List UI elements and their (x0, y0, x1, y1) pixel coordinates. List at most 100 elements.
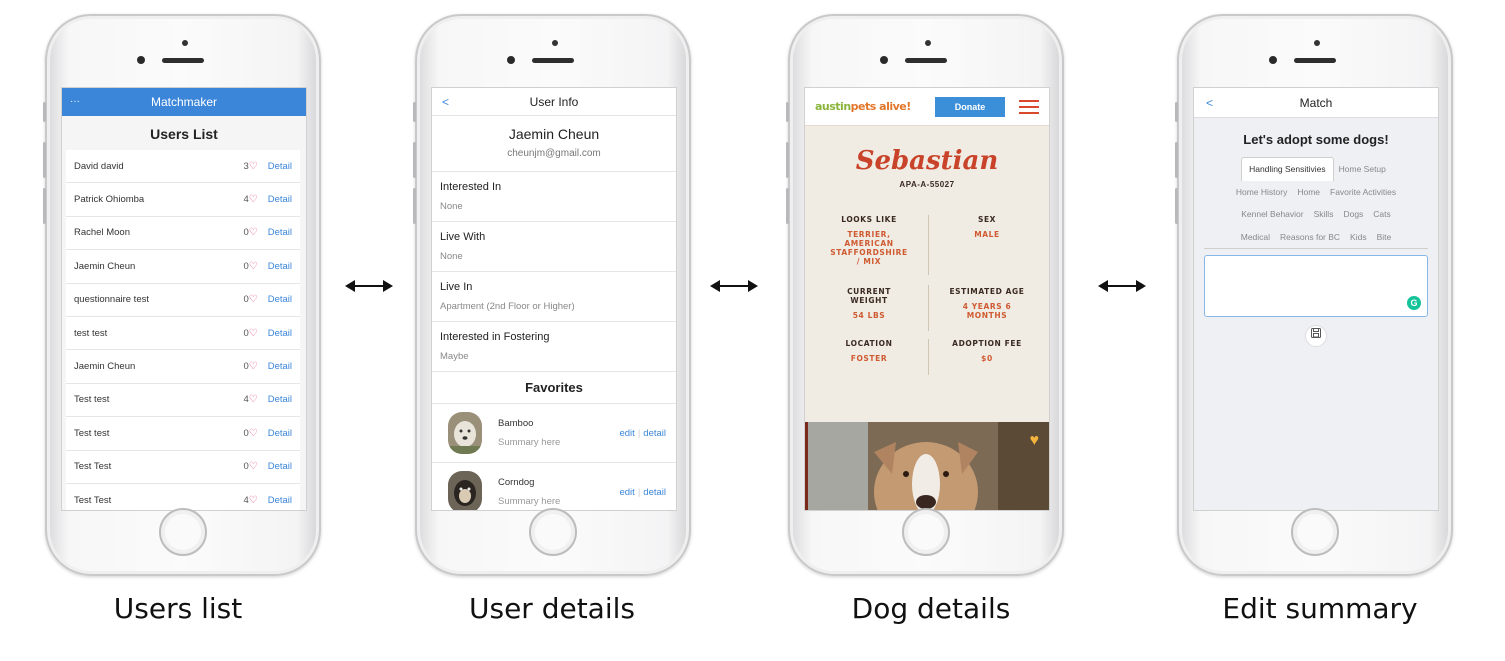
summary-textarea[interactable]: G (1204, 255, 1428, 317)
fact-weight: CURRENT WEIGHT 54 LBS (847, 287, 891, 320)
detail-link[interactable]: Detail (268, 328, 292, 339)
caption-dog-details: Dog details (851, 592, 1011, 625)
users-list-screen: ··· Matchmaker Users List David david 3♡ D… (61, 87, 307, 511)
dog-facts: LOOKS LIKE TERRIER, AMERICAN STAFFORDSHI… (805, 215, 1049, 415)
donate-button[interactable]: Donate (935, 96, 1005, 117)
home-button[interactable] (529, 508, 577, 556)
favorite-count: 0♡ (243, 327, 258, 339)
tab-cats[interactable]: Cats (1368, 203, 1395, 226)
tab-dogs[interactable]: Dogs (1338, 203, 1368, 226)
tab-home-setup[interactable]: Home Setup (1334, 158, 1391, 181)
user-name: questionnaire test (74, 294, 149, 306)
dog-photo: ♥ (805, 422, 1049, 510)
field-fostering: Interested in Fostering Maybe (432, 322, 676, 372)
tab-medical[interactable]: Medical (1236, 226, 1275, 249)
user-row: Test Test 0♡ Detail (66, 451, 300, 484)
field-value: Apartment (2nd Floor or Higher) (440, 301, 575, 312)
user-row: Jaemin Cheun 0♡ Detail (66, 250, 300, 284)
dog-thumbnail (448, 471, 482, 510)
save-icon[interactable] (1305, 325, 1327, 347)
field-label: Live In (440, 281, 473, 293)
heart-icon: ♡ (248, 394, 258, 406)
detail-link[interactable]: Detail (268, 294, 292, 305)
tab-kennel-behavior[interactable]: Kennel Behavior (1236, 203, 1308, 226)
dog-thumbnail (448, 412, 482, 454)
field-label: Interested in Fostering (440, 331, 550, 343)
field-value: None (440, 251, 463, 262)
field-value: None (440, 201, 463, 212)
tab-handling-sensitivities[interactable]: Handling Sensitivies (1241, 157, 1334, 181)
menu-icon[interactable]: ··· (70, 88, 80, 116)
detail-link[interactable]: Detail (268, 361, 292, 372)
detail-link[interactable]: Detail (268, 495, 292, 506)
hamburger-menu-icon[interactable] (1019, 96, 1039, 118)
site-header: austinpets alive! Donate (805, 88, 1049, 126)
field-label: Interested In (440, 181, 502, 193)
detail-link[interactable]: detail (643, 487, 666, 498)
home-button[interactable] (159, 508, 207, 556)
fact-looks-like: LOOKS LIKE TERRIER, AMERICAN STAFFORDSHI… (830, 215, 908, 266)
detail-link[interactable]: Detail (268, 227, 292, 238)
header: < User Info (432, 88, 676, 116)
user-name: Test Test (74, 461, 112, 473)
field-live-in: Live In Apartment (2nd Floor or Higher) (432, 272, 676, 322)
users-list: David david 3♡ Detail Patrick Ohiomba 4♡ Deta… (66, 150, 300, 510)
detail-link[interactable]: Detail (268, 261, 292, 272)
favorite-name: Corndog (498, 477, 535, 488)
match-screen: < Match Let's adopt some dogs! Handling … (1193, 87, 1439, 511)
grammarly-icon[interactable]: G (1407, 296, 1421, 310)
field-live-with: Live With None (432, 222, 676, 272)
heart-icon: ♡ (248, 194, 258, 206)
favorite-count: 4♡ (243, 394, 258, 406)
home-button[interactable] (902, 508, 950, 556)
favorite-summary: Summary here (498, 496, 561, 507)
heart-icon: ♡ (248, 461, 258, 473)
tab-home-history[interactable]: Home History (1231, 181, 1292, 204)
separator: | (637, 486, 641, 498)
back-icon[interactable]: < (442, 88, 449, 116)
field-label: Live With (440, 231, 486, 243)
favorite-count: 3♡ (243, 160, 258, 172)
detail-link[interactable]: Detail (268, 161, 292, 172)
user-name: Rachel Moon (74, 227, 130, 239)
tab-favorite-activities[interactable]: Favorite Activities (1325, 181, 1401, 204)
favorite-item: Bamboo Summary here edit | detail (432, 404, 676, 463)
user-row: Rachel Moon 0♡ Detail (66, 217, 300, 251)
heart-icon: ♡ (248, 294, 258, 306)
phone-users-list: ··· Matchmaker Users List David david 3♡ D… (43, 14, 321, 576)
user-info-screen: < User Info Jaemin Cheun cheunjm@gmail.c… (431, 87, 677, 511)
brand-logo[interactable]: austinpets alive! (815, 100, 935, 113)
dog-details-screen: austinpets alive! Donate Sebastian APA-A… (804, 87, 1050, 511)
edit-link[interactable]: edit (619, 428, 634, 439)
phone-user-details: < User Info Jaemin Cheun cheunjm@gmail.c… (413, 14, 691, 576)
user-name: Jaemin Cheun (508, 126, 600, 142)
user-name: Test Test (74, 494, 112, 506)
home-button[interactable] (1291, 508, 1339, 556)
tab-home[interactable]: Home (1292, 181, 1325, 204)
user-name: Test test (74, 394, 110, 406)
detail-link[interactable]: Detail (268, 461, 292, 472)
detail-link[interactable]: Detail (268, 194, 292, 205)
favorite-count: 0♡ (243, 361, 258, 373)
user-row: test test 0♡ Detail (66, 317, 300, 351)
favorite-heart-icon[interactable]: ♥ (1030, 432, 1040, 450)
tab-bite[interactable]: Bite (1372, 226, 1397, 249)
back-icon[interactable]: < (1206, 88, 1213, 118)
tab-reasons-for-bc[interactable]: Reasons for BC (1275, 226, 1345, 249)
detail-link[interactable]: Detail (268, 394, 292, 405)
phone-dog-details: austinpets alive! Donate Sebastian APA-A… (786, 14, 1064, 576)
double-arrow-icon (1098, 280, 1146, 292)
tab-kids[interactable]: Kids (1345, 226, 1372, 249)
edit-link[interactable]: edit (619, 487, 634, 498)
favorite-count: 0♡ (243, 294, 258, 306)
header-title: Match (1299, 96, 1333, 110)
detail-link[interactable]: Detail (268, 428, 292, 439)
heart-icon: ♡ (248, 260, 258, 272)
tab-skills[interactable]: Skills (1309, 203, 1339, 226)
favorite-count: 0♡ (243, 461, 258, 473)
caption-users-list: Users list (113, 592, 243, 625)
user-name: Jaemin Cheun (74, 260, 136, 272)
user-email: cheunjm@gmail.com (432, 148, 676, 172)
detail-link[interactable]: detail (643, 428, 666, 439)
header-title: User Info (529, 95, 579, 109)
